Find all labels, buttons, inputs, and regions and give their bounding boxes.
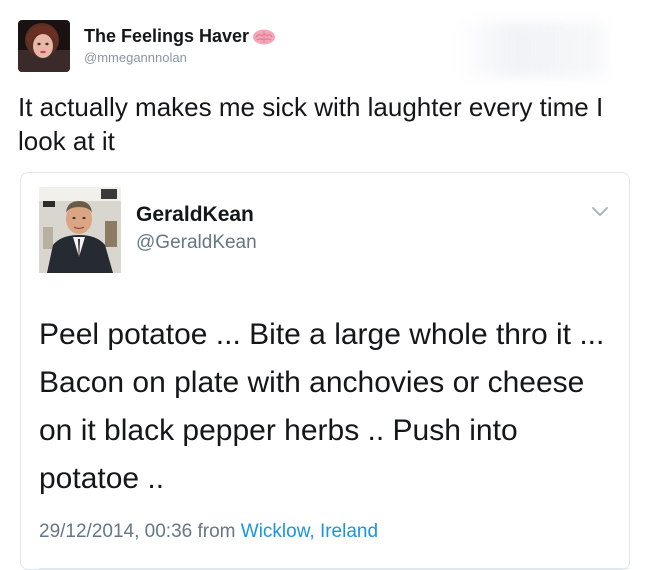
brain-icon: [251, 28, 277, 46]
quoted-tweet-card[interactable]: GeraldKean @GeraldKean Peel potatoe ... …: [20, 172, 630, 570]
outer-names: The Feelings Haver @mmegannnolan: [84, 20, 277, 65]
chevron-down-icon[interactable]: [591, 205, 609, 217]
quote-handle[interactable]: @GeraldKean: [136, 232, 257, 254]
quote-avatar[interactable]: [39, 187, 121, 273]
quote-names: GeraldKean @GeraldKean: [136, 203, 257, 254]
outer-avatar-image: [18, 20, 70, 72]
outer-tweet-header: The Feelings Haver @mmegannnolan: [18, 20, 277, 72]
outer-display-row: The Feelings Haver: [84, 26, 277, 47]
outer-avatar[interactable]: [18, 20, 70, 72]
outer-tweet-text: It actually makes me sick with laughter …: [18, 92, 604, 156]
quote-avatar-image: [39, 187, 121, 273]
quote-location-link[interactable]: Wicklow, Ireland: [241, 521, 378, 542]
blurred-region: [455, 22, 605, 77]
outer-display-name[interactable]: The Feelings Haver: [84, 26, 249, 47]
quote-display-name[interactable]: GeraldKean: [136, 203, 257, 227]
quote-meta: 29/12/2014, 00:36 from Wicklow, Ireland: [39, 521, 378, 543]
quote-from-label: from: [197, 521, 236, 542]
quote-tweet-text: Peel potatoe ... Bite a large whole thro…: [39, 318, 605, 495]
quote-timestamp[interactable]: 29/12/2014, 00:36: [39, 521, 192, 542]
outer-handle[interactable]: @mmegannnolan: [84, 50, 277, 65]
